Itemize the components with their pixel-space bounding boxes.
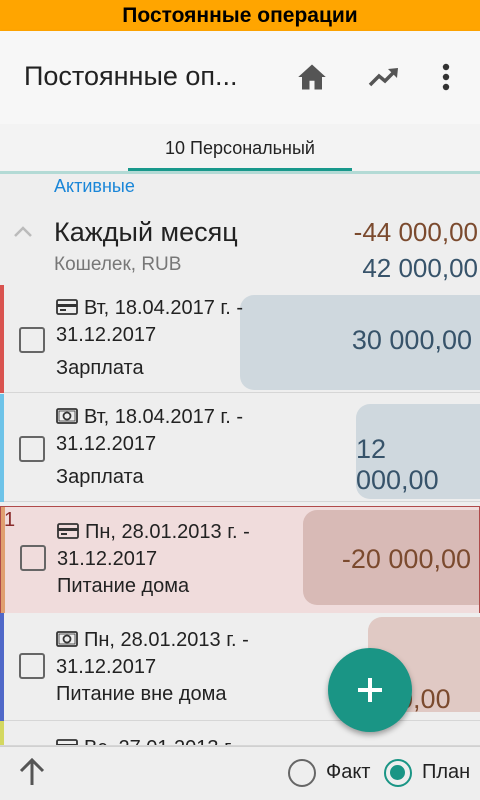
radio-fact-label: Факт bbox=[326, 761, 371, 783]
group-name: Каждый месяц bbox=[54, 217, 238, 247]
group-expense-total: -44 000,00 bbox=[353, 217, 478, 247]
row-date-line2: 31.12.2017 bbox=[56, 433, 157, 455]
group-header[interactable]: Каждый месяц Кошелек, RUB -44 000,00 42 … bbox=[0, 205, 480, 285]
row-checkbox[interactable] bbox=[19, 327, 45, 353]
app-bar: Постоянные оп... bbox=[0, 31, 480, 124]
card-icon bbox=[56, 299, 78, 315]
group-income-total: 42 000,00 bbox=[362, 253, 478, 283]
radio-fact[interactable] bbox=[288, 759, 316, 787]
row-checkbox[interactable] bbox=[20, 545, 46, 571]
row-color-stripe bbox=[0, 613, 4, 721]
row-checkbox[interactable] bbox=[19, 436, 45, 462]
row-date: Пн, 28.01.2013 г. - 31.12.2017 bbox=[56, 627, 249, 681]
tab-bar: 10 Персональный bbox=[0, 124, 480, 174]
operation-row[interactable]: 30 000,00 Вт, 18.04.2017 г. - 31.12.2017… bbox=[0, 285, 480, 393]
operation-row[interactable]: Вс, 27.01.2013 г. - bbox=[0, 721, 480, 746]
row-date: Вт, 18.04.2017 г. - 31.12.2017 bbox=[56, 295, 243, 349]
row-date-line2: 31.12.2017 bbox=[57, 548, 158, 570]
row-date: Вс, 27.01.2013 г. - bbox=[56, 735, 247, 745]
row-color-stripe bbox=[0, 285, 4, 393]
row-date: Пн, 28.01.2013 г. - 31.12.2017 bbox=[57, 519, 250, 573]
row-category: Зарплата bbox=[56, 357, 144, 379]
row-amount: 30 000,00 bbox=[351, 325, 472, 355]
home-icon[interactable] bbox=[294, 59, 330, 95]
row-color-stripe bbox=[0, 394, 4, 502]
cash-icon bbox=[56, 408, 78, 424]
cash-icon bbox=[56, 631, 78, 647]
radio-plan-label: План bbox=[422, 761, 471, 783]
row-amount: -20 000,00 bbox=[341, 544, 471, 574]
row-category: Питание дома bbox=[57, 575, 190, 597]
window-title: Постоянные операции bbox=[122, 3, 358, 27]
window-titlebar: Постоянные операции bbox=[0, 0, 480, 31]
row-date-line1: Пн, 28.01.2013 г. - bbox=[84, 629, 249, 651]
card-icon bbox=[57, 523, 79, 539]
row-category: Питание вне дома bbox=[56, 683, 227, 705]
row-category: Зарплата bbox=[56, 466, 144, 488]
row-date-line1: Вт, 18.04.2017 г. - bbox=[84, 297, 244, 319]
card-icon bbox=[56, 739, 78, 745]
plus-icon bbox=[358, 678, 382, 702]
chevron-up-icon[interactable] bbox=[12, 221, 34, 243]
amount-box: 12 000,00 bbox=[356, 404, 480, 499]
section-label-active: Активные bbox=[54, 176, 135, 196]
amount-box: -20 000,00 bbox=[303, 510, 479, 605]
tab-bar-divider bbox=[0, 171, 480, 174]
arrow-up-icon[interactable] bbox=[18, 757, 46, 787]
operation-row[interactable]: 1 -20 000,00 Пн, 28.01.2013 г. - 31.12.2… bbox=[0, 506, 480, 615]
row-date-line1: Вс, 27.01.2013 г. - bbox=[84, 737, 247, 745]
row-amount: 12 000,00 bbox=[356, 434, 439, 495]
row-date: Вт, 18.04.2017 г. - 31.12.2017 bbox=[56, 404, 243, 458]
add-operation-button[interactable] bbox=[328, 648, 412, 732]
row-checkbox[interactable] bbox=[19, 653, 45, 679]
row-date-line2: 31.12.2017 bbox=[56, 324, 157, 346]
row-date-line1: Вт, 18.04.2017 г. - bbox=[84, 406, 244, 428]
row-date-line1: Пн, 28.01.2013 г. - bbox=[85, 521, 250, 543]
bottom-bar: Факт План bbox=[0, 746, 480, 800]
page-title: Постоянные оп... bbox=[24, 61, 238, 91]
radio-plan[interactable] bbox=[384, 759, 412, 787]
row-color-stripe bbox=[0, 721, 4, 745]
amount-box: 30 000,00 bbox=[240, 295, 480, 390]
more-vert-icon[interactable] bbox=[428, 59, 464, 95]
trending-up-icon[interactable] bbox=[366, 59, 402, 95]
operation-row[interactable]: 12 000,00 Вт, 18.04.2017 г. - 31.12.2017… bbox=[0, 394, 480, 502]
row-badge: 1 bbox=[4, 509, 16, 531]
group-subtitle: Кошелек, RUB bbox=[54, 254, 182, 275]
row-date-line2: 31.12.2017 bbox=[56, 656, 157, 678]
